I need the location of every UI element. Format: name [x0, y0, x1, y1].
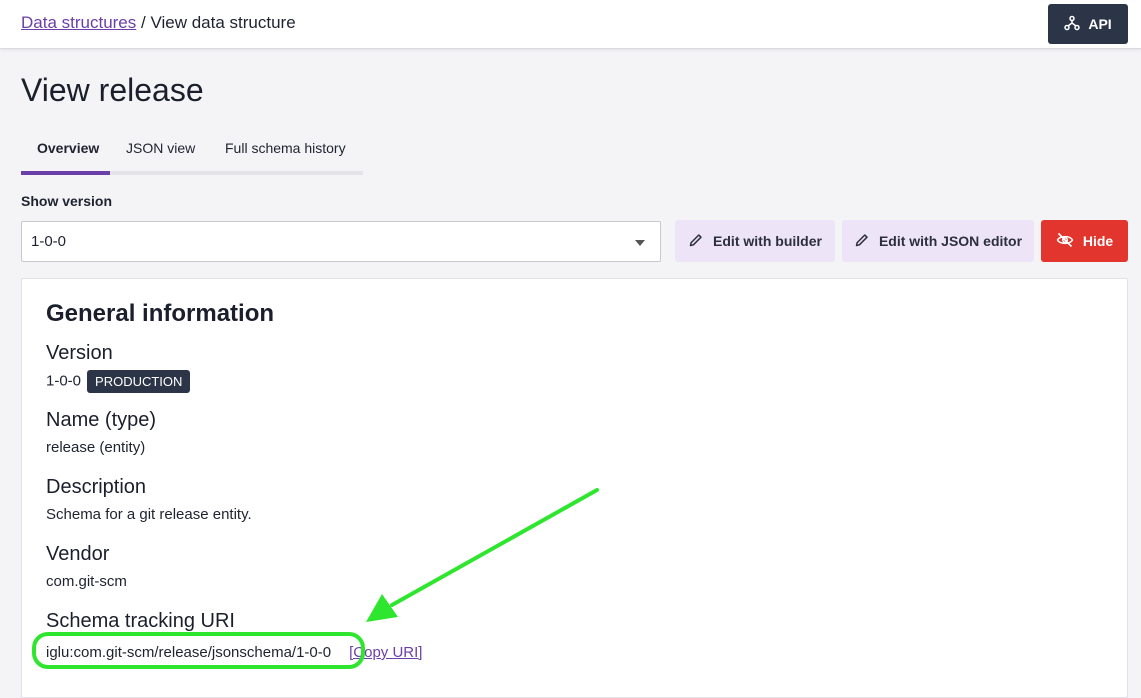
edit-with-builder-button[interactable]: Edit with builder: [675, 220, 835, 262]
breadcrumb-data-structures-link[interactable]: Data structures: [21, 13, 136, 32]
breadcrumb-separator: /: [136, 13, 151, 32]
status-badge: PRODUCTION: [87, 370, 191, 393]
name-type-label: Name (type): [46, 409, 157, 431]
api-button[interactable]: API: [1048, 4, 1128, 44]
general-information-card: General information Version 1-0-0 PRODUCT…: [21, 278, 1128, 698]
edit-with-json-editor-label: Edit with JSON editor: [878, 233, 1023, 249]
version-select-value: 1-0-0: [31, 233, 67, 250]
tab-overview[interactable]: Overview: [37, 140, 99, 156]
hide-button-label: Hide: [1082, 233, 1114, 249]
top-bar: Data structures / View data structure AP…: [0, 0, 1141, 49]
schema-tracking-uri-label: Schema tracking URI: [46, 610, 235, 632]
chevron-down-icon: [635, 240, 645, 246]
tab-bar: Overview JSON view Full schema history: [21, 130, 363, 175]
tab-full-schema-history[interactable]: Full schema history: [225, 140, 346, 156]
pencil-icon: [854, 232, 870, 251]
edit-with-builder-label: Edit with builder: [713, 233, 822, 249]
show-version-label: Show version: [21, 193, 113, 209]
edit-with-json-editor-button[interactable]: Edit with JSON editor: [842, 220, 1034, 262]
active-tab-indicator: [21, 171, 110, 175]
breadcrumb: Data structures / View data structure: [21, 13, 296, 33]
vendor-value: com.git-scm: [46, 573, 127, 590]
description-label: Description: [46, 476, 147, 498]
version-label: Version: [46, 342, 113, 364]
schema-tracking-uri-value: iglu:com.git-scm/release/jsonschema/1-0-…: [46, 644, 332, 661]
schema-tracking-uri-row: iglu:com.git-scm/release/jsonschema/1-0-…: [46, 644, 422, 661]
api-button-label: API: [1088, 16, 1112, 32]
pencil-icon: [688, 232, 704, 251]
version-value: 1-0-0: [46, 372, 82, 390]
copy-uri-link[interactable]: [Copy URI]: [349, 644, 422, 661]
page-title: View release: [21, 72, 204, 108]
name-type-value: release (entity): [46, 439, 146, 456]
general-information-title: General information: [46, 300, 275, 327]
description-value: Schema for a git release entity.: [46, 506, 252, 523]
version-select[interactable]: 1-0-0: [21, 221, 661, 262]
api-icon: [1064, 15, 1081, 34]
hide-button[interactable]: Hide: [1041, 220, 1128, 262]
tab-json-view[interactable]: JSON view: [126, 140, 195, 156]
eye-off-icon: [1056, 232, 1074, 251]
breadcrumb-current: View data structure: [150, 13, 296, 32]
version-value-row: 1-0-0 PRODUCTION: [46, 370, 191, 393]
vendor-label: Vendor: [46, 543, 110, 565]
